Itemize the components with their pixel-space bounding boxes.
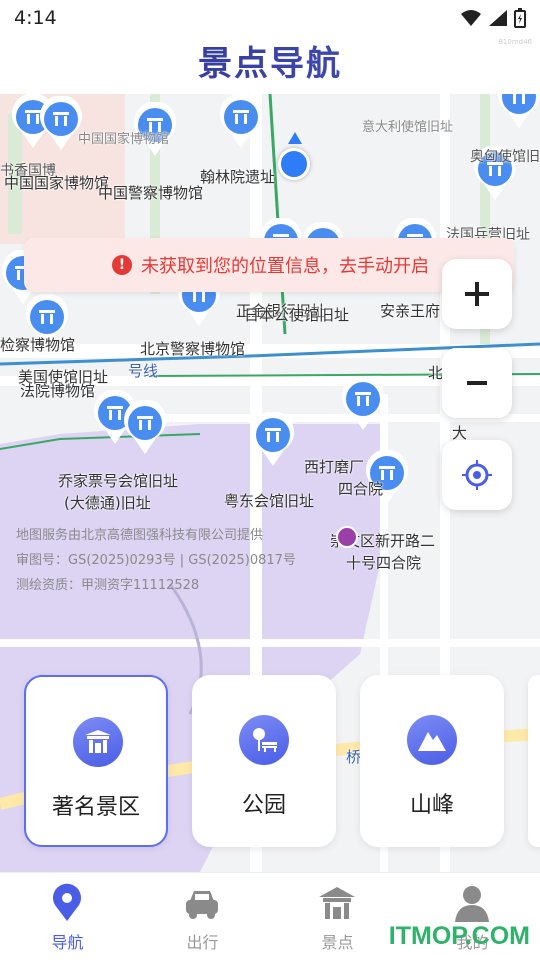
locate-icon <box>462 460 492 490</box>
park-bench-icon <box>239 715 289 765</box>
nav-tab-scenic[interactable]: 景点 <box>270 873 405 960</box>
wifi-icon <box>461 10 481 26</box>
tiny-watermark: 910md46 <box>498 38 532 46</box>
zoom-out-icon <box>467 381 487 385</box>
map-label: 中国国家博物馆 <box>4 174 110 192</box>
category-card-park[interactable]: 公园 <box>192 675 336 847</box>
nav-tab-navigation[interactable]: 导航 <box>0 873 135 960</box>
scenic-pin-icon[interactable] <box>218 94 264 150</box>
locate-button[interactable] <box>442 440 512 510</box>
zoom-out-button[interactable] <box>442 348 512 418</box>
map-label: 号线 <box>128 362 159 380</box>
status-bar: 4:14 <box>0 0 540 36</box>
map-credit-provider: 地图服务由北京高德图强科技有限公司提供 <box>16 528 264 543</box>
gate-icon <box>73 717 123 767</box>
location-toast[interactable]: ! 未获取到您的位置信息，去手动开启 <box>24 238 514 292</box>
category-label: 公园 <box>241 793 286 818</box>
exclamation-circle-icon: ! <box>112 255 132 275</box>
map-label: 桥 <box>346 748 362 766</box>
map-label: (大德通)旧址 <box>64 494 151 512</box>
user-heading-arrow <box>288 132 302 144</box>
location-pin-icon <box>53 883 81 921</box>
pavilion-icon <box>319 887 355 919</box>
nav-label: 景点 <box>321 933 354 952</box>
nav-label: 出行 <box>186 933 219 952</box>
map-label: 安亲王府 <box>380 302 441 320</box>
map-label: 西打磨厂 <box>304 458 365 476</box>
mountain-icon <box>407 715 457 765</box>
map-label: 北京警察博物馆 <box>140 340 246 358</box>
map-label: 乔家票号会馆旧址 <box>58 472 179 490</box>
metro-station-icon <box>336 526 358 548</box>
toast-text: 未获取到您的位置信息，去手动开启 <box>141 256 429 277</box>
page-title: 景点导航 <box>0 36 540 92</box>
map-label: 奥匈使馆旧址 <box>470 149 540 165</box>
map-label: 日本公使馆旧址 <box>244 306 350 324</box>
map-label: 意大利使馆旧址 <box>362 120 454 135</box>
map-label: 四合院 <box>338 480 384 498</box>
category-label: 著名景区 <box>51 795 140 820</box>
user-icon <box>455 886 489 922</box>
map-label: 十号四合院 <box>346 554 422 572</box>
category-card-famous-scenic[interactable]: 著名景区 <box>24 675 168 847</box>
map-label: 中国国家博物馆 <box>78 132 170 147</box>
scenic-pin-icon[interactable] <box>122 400 168 456</box>
zoom-in-button[interactable] <box>442 259 512 329</box>
map-label: 检察博物馆 <box>0 336 76 354</box>
nav-tab-travel[interactable]: 出行 <box>135 873 270 960</box>
map-label: 粤东会馆旧址 <box>224 492 315 510</box>
map-credit-review-number: 审图号：GS(2025)0293号 | GS(2025)0817号 <box>16 553 296 568</box>
header: 景点导航 910md46 <box>0 36 540 94</box>
category-card-partial[interactable] <box>528 675 540 847</box>
battery-icon <box>514 8 526 28</box>
category-card-mountain[interactable]: 山峰 <box>360 675 504 847</box>
car-icon <box>186 891 218 919</box>
signal-icon <box>489 10 507 26</box>
user-location-dot <box>278 148 310 180</box>
status-time: 4:14 <box>14 7 57 29</box>
nav-label: 导航 <box>51 933 84 952</box>
zoom-in-icon <box>465 282 489 306</box>
site-watermark: ITMOP.COM <box>388 922 530 950</box>
scenic-pin-icon[interactable] <box>496 94 540 130</box>
status-icons <box>460 8 526 28</box>
scenic-pin-icon[interactable] <box>250 412 296 468</box>
scenic-pin-icon[interactable] <box>340 376 386 432</box>
map-credit-survey-license: 测绘资质：甲测资字11112528 <box>16 578 200 593</box>
map-label: 翰林院遗址 <box>200 168 276 186</box>
map-label: 中国警察博物馆 <box>98 184 204 202</box>
category-label: 山峰 <box>409 793 454 818</box>
map-label: 法院博物馆 <box>20 382 96 400</box>
